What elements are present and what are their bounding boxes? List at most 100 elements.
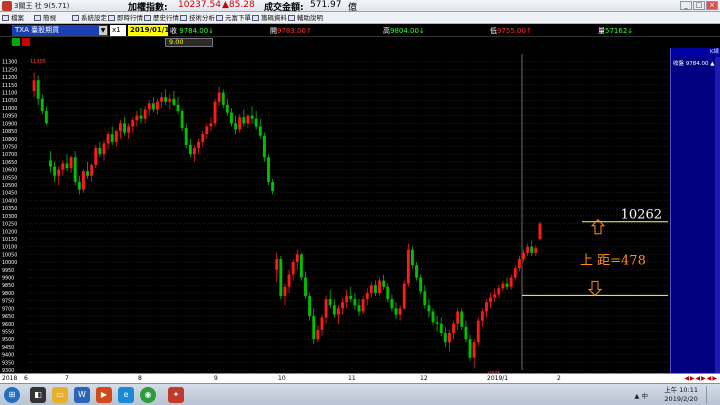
maximize-button[interactable]: □ <box>693 1 705 10</box>
candle-body <box>164 97 168 102</box>
ie-icon[interactable]: e <box>118 387 134 403</box>
candle-body <box>345 296 349 303</box>
menu-realtime[interactable]: 即時行情 <box>108 13 143 23</box>
date-label: 8 <box>138 375 142 382</box>
candle-body <box>501 283 505 289</box>
menu-history[interactable]: 歷史行情 <box>144 13 179 23</box>
menu-settings[interactable]: 系統設定 <box>72 13 107 23</box>
panel-tab[interactable]: K線 <box>671 48 720 57</box>
candle-body <box>234 123 238 130</box>
y-tick-label: 9500 <box>2 337 14 343</box>
candle-body <box>308 296 312 317</box>
word-icon[interactable]: W <box>74 387 90 403</box>
system-tray[interactable]: ▲ 中 <box>634 390 648 400</box>
candlestick-chart[interactable]: 9300935094009450950095509600965097009750… <box>0 48 670 373</box>
candle-body <box>283 286 287 297</box>
start-button[interactable]: ⊞ <box>4 387 20 403</box>
candle-body <box>193 148 196 155</box>
multiplier-field[interactable]: x1 <box>110 25 126 36</box>
candle-body <box>394 308 398 315</box>
y-tick-label: 10300 <box>2 214 17 220</box>
menu-view[interactable]: 簡視 <box>34 13 56 23</box>
candle-body <box>287 274 291 287</box>
close-quote: 收 9784.00↓ <box>170 26 214 36</box>
trading-app-window: 3關王 社 9(5.71) 加權指數: 10237.54 ▲85.28 成交金額… <box>0 0 720 405</box>
candle-body <box>238 117 242 130</box>
distance-annotation: 上 距=478 <box>580 254 646 269</box>
y-tick-label: 10850 <box>2 129 17 135</box>
y-tick-label: 10250 <box>2 222 17 228</box>
menu-technical[interactable]: 技術分析 <box>180 13 215 23</box>
amount-value: 571.97 <box>310 0 342 10</box>
menu-file[interactable]: 檔案 <box>2 13 24 23</box>
candle-body <box>209 123 213 127</box>
candle-body <box>369 285 373 293</box>
help-icon <box>288 15 295 21</box>
media-player-icon[interactable]: ▶ <box>96 387 112 403</box>
candle-body <box>271 181 275 192</box>
menu-help[interactable]: 輔助說明 <box>288 13 323 23</box>
show-desktop-button[interactable] <box>706 386 718 404</box>
candle-body <box>489 297 493 303</box>
candle-body <box>205 126 209 135</box>
media-icon[interactable]: ◧ <box>30 387 46 403</box>
y-tick-label: 10700 <box>2 152 17 158</box>
chevron-down-icon[interactable]: ▼ <box>99 26 107 35</box>
minimize-button[interactable]: _ <box>680 1 692 10</box>
menu-view-label: 簡視 <box>43 14 56 22</box>
candle-body <box>427 305 431 312</box>
trading-app-icon[interactable]: ✦ <box>168 387 184 403</box>
candle-body <box>456 311 460 324</box>
close-button[interactable]: × <box>706 1 718 10</box>
folder-icon[interactable]: ▭ <box>52 387 68 403</box>
y-tick-label: 9950 <box>2 268 14 274</box>
candle-body <box>304 277 307 297</box>
candle-body <box>279 259 283 297</box>
indicator-row: 9.00 <box>0 37 720 48</box>
menu-chips[interactable]: 籌碼資料 <box>252 13 287 23</box>
menu-order[interactable]: 元富下單 <box>216 13 251 23</box>
candle-body <box>151 103 155 110</box>
candle-body <box>32 80 36 91</box>
y-tick-label: 10200 <box>2 229 17 235</box>
symbol-value: TXA 臺股期貨 <box>15 26 60 34</box>
candle-body <box>275 259 279 270</box>
menu-technical-label: 技術分析 <box>189 14 215 22</box>
candle-body <box>197 141 201 149</box>
candle-body <box>402 283 406 309</box>
index-value: 10237.54 <box>178 0 221 10</box>
indicator-red-icon[interactable] <box>22 38 30 46</box>
indicator-green-icon[interactable] <box>12 38 20 46</box>
chart-nav-arrows[interactable]: ◀▶◀▶◀▶ <box>684 375 718 383</box>
volume-label: 量 <box>598 27 605 35</box>
candle-body <box>61 163 65 170</box>
candle-body <box>439 323 443 334</box>
menu-help-label: 輔助說明 <box>297 14 323 22</box>
candle-body <box>213 101 217 124</box>
candle-body <box>295 254 299 263</box>
chrome-icon[interactable]: ◉ <box>140 387 156 403</box>
candle-body <box>106 134 110 144</box>
date-axis: 2018 6 7 8 9 10 11 12 2019/1 2 ◀▶◀▶◀▶ <box>0 373 720 383</box>
candle-body <box>505 283 509 287</box>
candle-body <box>217 92 221 102</box>
y-tick-label: 10550 <box>2 175 17 181</box>
date-field[interactable]: 2019/01/16 <box>128 25 174 36</box>
candle-body <box>472 342 476 358</box>
candle-body <box>225 104 229 113</box>
symbol-select[interactable]: TXA 臺股期貨 ▼ <box>12 25 108 36</box>
candle-body <box>341 302 344 309</box>
panel-scrollbar[interactable] <box>715 57 720 373</box>
candle-body <box>328 299 332 306</box>
right-info-panel: K線 收盤 9784.00 ▲ <box>670 48 720 373</box>
candle-body <box>242 117 246 124</box>
y-tick-label: 10000 <box>2 260 17 266</box>
y-tick-label: 10800 <box>2 137 17 143</box>
clock[interactable]: 上午 10:11 2019/2/20 <box>664 386 698 404</box>
volume-value: 57162↓ <box>605 27 634 35</box>
y-tick-label: 9700 <box>2 306 14 312</box>
y-tick-label: 10050 <box>2 252 17 258</box>
candle-body <box>81 171 85 190</box>
candle-body <box>386 286 390 300</box>
candle-body <box>143 109 147 119</box>
